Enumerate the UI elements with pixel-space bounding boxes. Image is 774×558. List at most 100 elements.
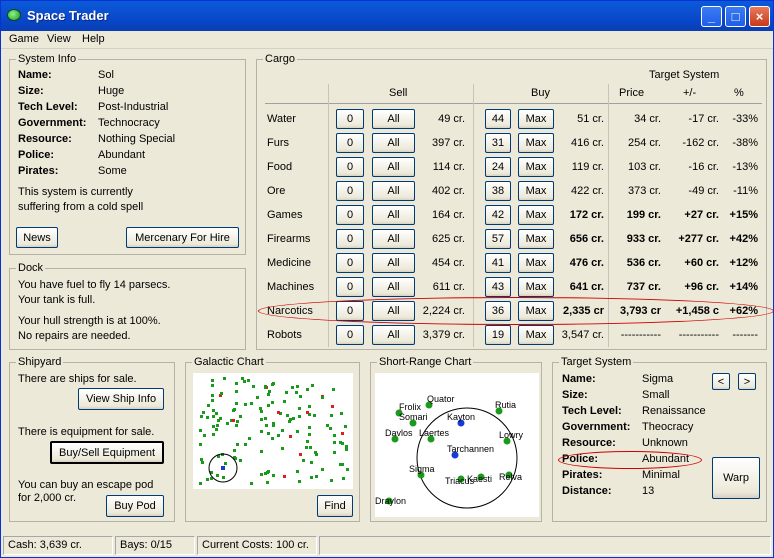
target-price: 536 cr. <box>626 257 661 269</box>
galaxy-system-dot <box>211 384 214 387</box>
star-system-label: Relva <box>499 472 522 482</box>
price-difference-percent: -13% <box>732 161 758 173</box>
galaxy-system-dot <box>260 418 263 421</box>
galaxy-system-dot <box>250 482 253 485</box>
buy-quantity-button[interactable]: 31 <box>485 133 511 153</box>
warp-button[interactable]: Warp <box>712 457 760 499</box>
maximize-button[interactable]: □ <box>725 6 746 27</box>
short-range-chart-map[interactable]: Frolix Quator Rutia Somari Davlos Laertes Kayt… <box>375 373 539 517</box>
shipyard-panel: Shipyard There are ships for sale. View … <box>9 356 175 522</box>
galaxy-system-dot <box>266 481 269 484</box>
system-info-value: Sol <box>98 69 114 81</box>
status-bar: Cash: 3,639 cr. Bays: 0/15 Current Costs… <box>1 534 773 557</box>
commodity-name: Games <box>267 209 303 221</box>
sell-quantity-button[interactable]: 0 <box>336 325 364 345</box>
menu-help[interactable]: Help <box>82 33 105 45</box>
target-info-value: Unknown <box>642 437 688 449</box>
galaxy-system-dot <box>346 468 349 471</box>
galaxy-system-dot <box>267 393 270 396</box>
galaxy-system-dot <box>345 448 348 451</box>
sell-price: 625 cr. <box>431 233 465 245</box>
buy-quantity-button[interactable]: 43 <box>485 277 511 297</box>
minimize-button[interactable]: _ <box>701 6 722 27</box>
star-system-label: Draylon <box>375 496 406 506</box>
galaxy-system-dot <box>308 405 311 408</box>
galaxy-system-dot <box>244 443 247 446</box>
buy-quantity-button[interactable]: 44 <box>485 109 511 129</box>
galaxy-system-dot <box>233 449 236 452</box>
buy-quantity-button[interactable]: 19 <box>485 325 511 345</box>
galaxy-system-dot <box>311 384 314 387</box>
buy-quantity-button[interactable]: 57 <box>485 229 511 249</box>
price-difference: ----------- <box>678 329 719 341</box>
galaxy-system-dot <box>296 470 299 473</box>
news-button[interactable]: News <box>16 227 58 248</box>
galaxy-system-dot <box>289 435 292 438</box>
galaxy-system-dot <box>252 385 255 388</box>
sell-quantity-button[interactable]: 0 <box>336 157 364 177</box>
percent-header: % <box>734 87 744 99</box>
price-difference-percent: +14% <box>729 281 758 293</box>
target-price: 737 cr. <box>626 281 661 293</box>
previous-system-button[interactable]: < <box>712 373 730 390</box>
galaxy-system-dot <box>310 461 313 464</box>
buy-sell-equipment-button[interactable]: Buy/Sell Equipment <box>50 441 164 464</box>
menu-game[interactable]: Game <box>9 33 39 45</box>
price-difference: +60 cr. <box>684 257 719 269</box>
target-info-label: Government: <box>562 421 631 433</box>
target-info-value: Sigma <box>642 373 674 385</box>
galaxy-system-dot <box>235 382 238 385</box>
sell-quantity-button[interactable]: 0 <box>336 229 364 249</box>
galactic-chart-svg[interactable] <box>193 373 353 489</box>
sell-price: 164 cr. <box>431 209 465 221</box>
target-system-legend: Target System <box>559 356 634 368</box>
buy-quantity-button[interactable]: 42 <box>485 205 511 225</box>
title-bar[interactable]: Space Trader _ □ × <box>1 1 773 31</box>
sell-quantity-button[interactable]: 0 <box>336 133 364 153</box>
sell-header: Sell <box>389 87 408 99</box>
buy-pod-button[interactable]: Buy Pod <box>106 495 164 517</box>
sell-quantity-button[interactable]: 0 <box>336 205 364 225</box>
buy-quantity-button[interactable]: 24 <box>485 157 511 177</box>
target-price: 199 cr. <box>626 209 661 221</box>
price-header: Price <box>619 87 645 99</box>
galaxy-system-dot <box>235 390 238 393</box>
price-difference: -49 cr. <box>688 185 719 197</box>
buy-price: 172 cr. <box>569 209 604 221</box>
galaxy-system-dot <box>267 470 270 473</box>
galaxy-system-dot <box>305 446 308 449</box>
galaxy-system-dot <box>250 402 253 405</box>
galaxy-system-dot <box>326 424 329 427</box>
galaxy-system-dot <box>222 476 225 479</box>
find-button[interactable]: Find <box>317 495 353 517</box>
galaxy-system-dot <box>260 410 263 413</box>
system-info-panel: System Info Name: Sol Size: Huge Tech Leve… <box>9 53 246 255</box>
galaxy-system-dot <box>272 474 275 477</box>
galaxy-system-dot <box>264 417 267 420</box>
buy-quantity-button[interactable]: 38 <box>485 181 511 201</box>
next-system-button[interactable]: > <box>738 373 756 390</box>
galactic-chart-map[interactable] <box>193 373 353 489</box>
escape-pod-text-line1: You can buy an escape pod <box>18 479 154 491</box>
target-price: 103 cr. <box>627 161 661 173</box>
sell-quantity-button[interactable]: 0 <box>336 181 364 201</box>
price-difference-percent: -33% <box>732 113 758 125</box>
buy-quantity-button[interactable]: 41 <box>485 253 511 273</box>
sell-quantity-button[interactable]: 0 <box>336 277 364 297</box>
dock-legend: Dock <box>16 262 46 274</box>
mercenary-for-hire-button[interactable]: Mercenary For Hire <box>126 227 239 248</box>
galaxy-system-dot <box>277 411 280 414</box>
sell-quantity-button[interactable]: 0 <box>336 253 364 273</box>
galaxy-system-dot <box>226 422 229 425</box>
galaxy-system-dot <box>215 412 218 415</box>
galaxy-system-dot <box>299 453 302 456</box>
view-ship-info-button[interactable]: View Ship Info <box>78 388 164 410</box>
galaxy-system-dot <box>298 415 301 418</box>
sell-quantity-button[interactable]: 0 <box>336 109 364 129</box>
close-button[interactable]: × <box>749 6 770 27</box>
fuel-status: You have fuel to fly 14 parsecs. <box>18 279 171 291</box>
menu-view[interactable]: View <box>47 33 71 45</box>
system-info-value: Post-Industrial <box>98 101 169 113</box>
short-range-chart-svg[interactable]: Frolix Quator Rutia Somari Davlos Laertes Kayt… <box>375 373 539 517</box>
galaxy-system-dot <box>271 437 274 440</box>
